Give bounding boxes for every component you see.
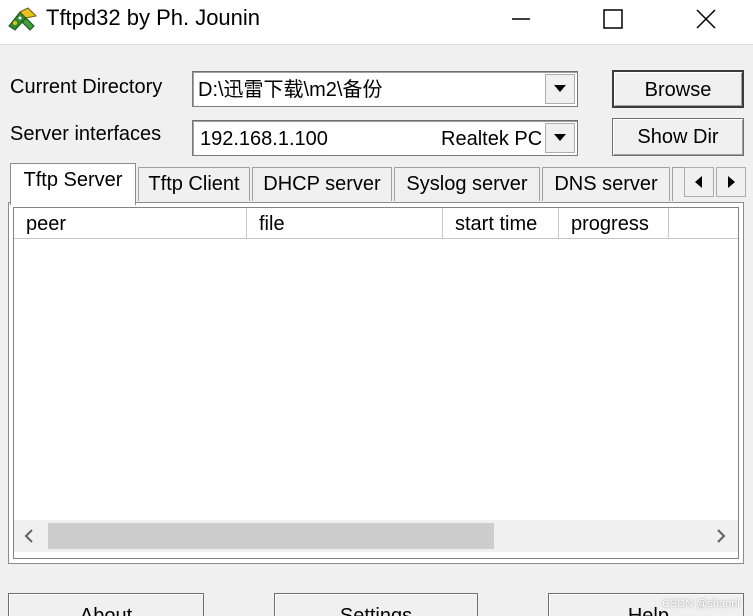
current-directory-combo[interactable]: D:\迅雷下载\m2\备份 — [192, 71, 578, 107]
current-directory-dropdown-button[interactable] — [545, 74, 575, 104]
tab-strip: Tftp Server Tftp Client DHCP server Sysl… — [8, 163, 748, 205]
close-icon — [696, 9, 716, 29]
dialog-client-area: Current Directory D:\迅雷下载\m2\备份 Browse S… — [0, 44, 753, 616]
server-interface-adapter[interactable]: Realtek PC — [441, 127, 541, 151]
arrow-right-icon — [728, 176, 735, 188]
watermark-text: CSDN @shaonl — [662, 598, 740, 610]
horizontal-scroll-thumb[interactable] — [48, 523, 494, 549]
tab-scroll-left-button[interactable] — [684, 167, 714, 197]
maximize-button[interactable] — [590, 0, 636, 38]
scroll-right-button[interactable] — [706, 520, 738, 552]
tab-dhcp-server[interactable]: DHCP server — [252, 167, 392, 201]
chevron-down-icon — [554, 85, 566, 92]
tftpd32-app-icon — [8, 7, 38, 31]
current-directory-label: Current Directory — [10, 76, 163, 98]
server-interfaces-dropdown-button[interactable] — [545, 123, 575, 153]
column-header-start-time[interactable]: start time — [443, 208, 559, 239]
tab-tftp-client[interactable]: Tftp Client — [138, 167, 250, 201]
browse-button[interactable]: Browse — [612, 70, 744, 108]
column-header-peer[interactable]: peer — [14, 208, 247, 239]
window-title: Tftpd32 by Ph. Jounin — [46, 5, 261, 30]
column-header-progress[interactable]: progress — [559, 208, 669, 239]
column-header-file[interactable]: file — [247, 208, 443, 239]
settings-button[interactable]: Settings — [274, 593, 478, 616]
column-header-empty[interactable] — [669, 208, 738, 239]
chevron-right-icon — [717, 529, 726, 543]
close-button[interactable] — [683, 0, 729, 38]
horizontal-scrollbar[interactable] — [14, 520, 738, 552]
transfer-list[interactable]: peer file start time progress — [13, 207, 739, 559]
server-interface-ip[interactable]: 192.168.1.100 — [200, 127, 440, 151]
chevron-left-icon — [24, 529, 33, 543]
minimize-icon — [512, 18, 530, 20]
server-interfaces-combo[interactable]: 192.168.1.100 Realtek PC — [192, 120, 578, 156]
current-directory-value[interactable]: D:\迅雷下载\m2\备份 — [198, 78, 538, 102]
show-dir-button[interactable]: Show Dir — [612, 118, 744, 156]
minimize-button[interactable] — [498, 0, 544, 38]
server-interfaces-label: Server interfaces — [10, 123, 162, 145]
tab-dns-server[interactable]: DNS server — [542, 167, 670, 201]
scroll-left-button[interactable] — [14, 520, 46, 552]
about-button[interactable]: About — [8, 593, 204, 616]
tab-tftp-server[interactable]: Tftp Server — [10, 163, 136, 205]
maximize-icon — [603, 9, 623, 29]
arrow-left-icon — [695, 176, 702, 188]
tab-scroll-right-button[interactable] — [716, 167, 746, 197]
tab-syslog-server[interactable]: Syslog server — [394, 167, 540, 201]
chevron-down-icon — [554, 134, 566, 141]
title-bar: Tftpd32 by Ph. Jounin — [0, 0, 753, 44]
transfer-list-header: peer file start time progress — [14, 208, 738, 240]
tftp-server-panel: peer file start time progress — [8, 202, 744, 564]
